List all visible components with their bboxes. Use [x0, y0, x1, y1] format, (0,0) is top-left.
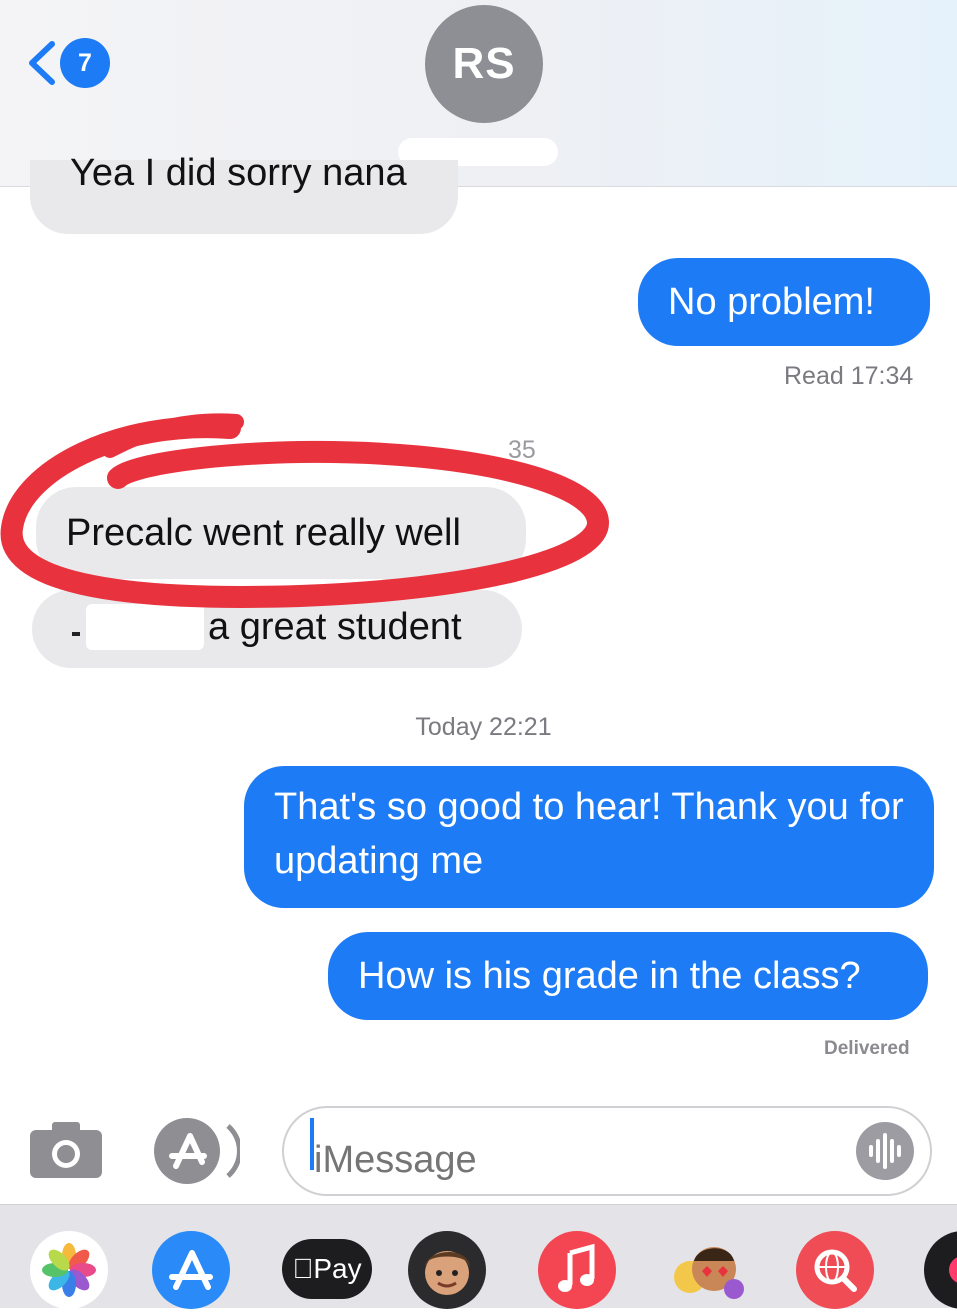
message-text: How is his grade in the class? [358, 955, 861, 997]
web-search-icon [814, 1249, 857, 1292]
redacted-text [72, 604, 204, 650]
message-sent[interactable]: How is his grade in the class? [328, 932, 928, 1020]
app-store-drawer-button[interactable] [152, 1231, 230, 1309]
camera-button[interactable] [28, 1120, 104, 1180]
memoji-app-button[interactable] [408, 1231, 486, 1309]
read-receipt: Read 17:34 [784, 362, 914, 390]
apple-pay-icon:  [292, 1253, 313, 1284]
message-text: a great student [208, 606, 462, 648]
text-cursor [310, 1118, 314, 1170]
memoji-icon [425, 1251, 470, 1295]
red-circle-annotation [0, 413, 609, 608]
audio-record-button[interactable] [856, 1122, 914, 1180]
message-text: That's so good to hear! Thank you for up… [274, 786, 904, 882]
app-store-icon [154, 1118, 242, 1184]
unread-count-badge[interactable]: 7 [60, 38, 110, 88]
message-text: No problem! [668, 281, 875, 323]
message-received[interactable]: Yea I did sorry nana [30, 152, 458, 234]
app-store-icon [169, 1250, 213, 1290]
web-search-app-button[interactable] [796, 1231, 874, 1309]
waveform-icon [869, 1133, 901, 1169]
contact-avatar[interactable]: RS [425, 5, 543, 123]
camera-icon [30, 1122, 102, 1178]
day-separator: Today 22:21 [415, 713, 552, 741]
more-apps-button[interactable] [924, 1231, 957, 1309]
app-drawer: Pay [0, 1204, 957, 1309]
apple-pay-button[interactable]: Pay [282, 1239, 372, 1299]
photos-app-button[interactable] [30, 1231, 108, 1309]
message-input[interactable] [282, 1106, 932, 1196]
more-icon [949, 1257, 957, 1283]
message-sent[interactable]: No problem! [638, 258, 930, 346]
message-sent[interactable]: That's so good to hear! Thank you for up… [244, 766, 934, 908]
stickers-icon [674, 1247, 744, 1299]
composer-bar [0, 1100, 957, 1204]
stickers-app-button[interactable] [668, 1231, 746, 1309]
message-text: Yea I did sorry nana [70, 152, 407, 194]
apple-pay-label: Pay [302, 1253, 361, 1284]
photos-icon [42, 1243, 96, 1297]
app-store-button[interactable] [150, 1114, 242, 1188]
delivered-status: Delivered [824, 1038, 910, 1059]
music-icon [558, 1243, 595, 1292]
music-app-button[interactable] [538, 1231, 616, 1309]
chevron-left-icon [29, 41, 55, 85]
